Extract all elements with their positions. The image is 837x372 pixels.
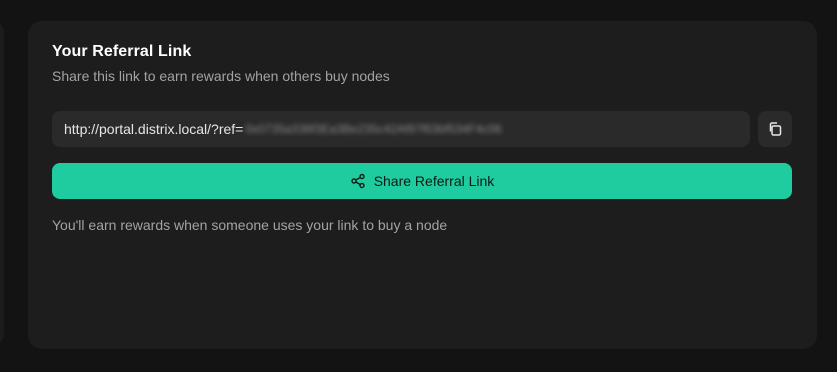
referral-link-field[interactable]: http://portal.distrix.local/?ref= 0x0735a… <box>52 111 750 147</box>
share-icon <box>350 173 366 189</box>
referral-link-url: http://portal.distrix.local/?ref= <box>64 121 244 137</box>
adjacent-panel-edge <box>0 22 4 344</box>
copy-link-button[interactable] <box>758 111 792 147</box>
card-subtitle: Share this link to earn rewards when oth… <box>52 68 390 84</box>
share-button-label: Share Referral Link <box>373 173 495 189</box>
copy-icon <box>767 121 783 137</box>
referral-link-card: Your Referral Link Share this link to ea… <box>28 21 817 349</box>
card-title: Your Referral Link <box>52 43 192 60</box>
referral-link-code-redacted: 0x0735a338f3Ea3Be235c42Af97f63bf534F4c06 <box>245 122 502 136</box>
share-referral-link-button[interactable]: Share Referral Link <box>52 163 792 199</box>
rewards-note: You'll earn rewards when someone uses yo… <box>52 217 448 233</box>
